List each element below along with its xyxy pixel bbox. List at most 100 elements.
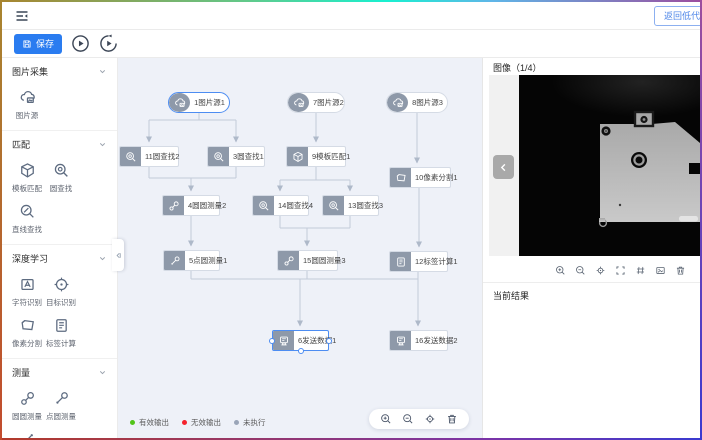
- sidebar-item-circle-circle-measure[interactable]: 圆圆测量: [12, 390, 42, 422]
- cloud-image-icon: [169, 93, 190, 112]
- node-circle-find-3[interactable]: 13圆查找3: [322, 195, 379, 216]
- sidebar-item-circle-find[interactable]: 圆查找: [46, 162, 76, 194]
- app-root: 返回低代 保存 图片采集 图片源 匹配: [0, 0, 702, 440]
- run-once-button[interactable]: [99, 34, 118, 53]
- section-header-measure[interactable]: 测量: [12, 366, 107, 379]
- chevron-left-icon: [498, 162, 509, 173]
- fullscreen-icon[interactable]: [615, 265, 626, 276]
- node-point-circle-measure-1[interactable]: 5点圆测量1: [163, 250, 220, 271]
- sidebar-item-ocr[interactable]: 字符识别: [12, 276, 42, 308]
- zoom-out-icon[interactable]: [575, 265, 586, 276]
- camera-image[interactable]: [519, 75, 700, 256]
- node-image-source-3[interactable]: 8图片源3: [386, 92, 448, 113]
- legend-label: 未执行: [243, 417, 266, 428]
- item-label: 圆查找: [50, 183, 73, 194]
- sidebar-item-label-calc[interactable]: 标签计算: [46, 317, 76, 349]
- save-label: 保存: [36, 37, 54, 50]
- node-label: 3圆查找1: [229, 147, 268, 166]
- save-icon: [22, 39, 32, 49]
- node-template-match-1[interactable]: 9模板匹配1: [286, 146, 346, 167]
- doc-icon: [53, 317, 70, 334]
- section-header-matching[interactable]: 匹配: [12, 138, 107, 151]
- cloud-image-icon: [19, 89, 36, 106]
- item-label: 图片源: [16, 110, 39, 121]
- sidebar-item-template-match[interactable]: 模板匹配: [12, 162, 42, 194]
- node-label: 5点圆测量1: [185, 251, 231, 270]
- back-to-lowcode-button[interactable]: 返回低代: [654, 6, 702, 26]
- chevron-down-icon: [98, 140, 107, 149]
- node-circle-find-1[interactable]: 3圆查找1: [207, 146, 265, 167]
- segment-icon: [19, 317, 36, 334]
- zoom-in-icon[interactable]: [555, 265, 566, 276]
- node-label: 15圆圆测量3: [299, 251, 350, 270]
- node-label: 7图片源2: [309, 93, 345, 112]
- node-label: 12标签计算1: [411, 252, 462, 271]
- node-label: 4圆圆测量2: [184, 196, 230, 215]
- frame-border-left: [0, 0, 2, 440]
- section-header-deep-learning[interactable]: 深度学习: [12, 252, 107, 265]
- connection-handle-right[interactable]: [326, 338, 332, 344]
- sidebar-item-point-point-measure[interactable]: 点点测量: [12, 431, 42, 438]
- item-label: 点圆测量: [46, 411, 76, 422]
- node-circle-circle-measure-2[interactable]: 4圆圆测量2: [162, 195, 220, 216]
- sidebar-section-matching: 匹配 模板匹配 圆查找 直线查找: [2, 131, 117, 245]
- sidebar-item-line-find[interactable]: 直线查找: [12, 203, 42, 235]
- chevron-down-icon: [98, 254, 107, 263]
- section-header-image-capture[interactable]: 图片采集: [12, 65, 107, 78]
- viewer-nav-strip: [489, 75, 519, 256]
- magnifier-circle-icon: [253, 196, 274, 215]
- fit-image-icon[interactable]: [655, 265, 666, 276]
- node-image-source-1[interactable]: 1图片源1: [168, 92, 230, 113]
- flow-canvas[interactable]: 1图片源1 7图片源2 8图片源3 11圆查找2 3圆查找1 9模板匹配1 10…: [118, 58, 482, 438]
- sidebar-item-pixel-segment[interactable]: 像素分割: [12, 317, 42, 349]
- sidebar-section-image-capture: 图片采集 图片源: [2, 58, 117, 131]
- node-image-source-2[interactable]: 7图片源2: [287, 92, 345, 113]
- canvas-zoom-controls: [369, 409, 469, 429]
- node-label-calc-1[interactable]: 12标签计算1: [389, 251, 448, 272]
- node-pixel-segment-1[interactable]: 10像素分割1: [389, 167, 451, 188]
- node-label: 1图片源1: [190, 93, 229, 112]
- node-circle-circle-measure-3[interactable]: 15圆圆测量3: [277, 250, 338, 271]
- ocr-icon: [19, 276, 36, 293]
- grid-icon[interactable]: [635, 265, 646, 276]
- locate-icon[interactable]: [424, 413, 436, 425]
- node-send-data-1[interactable]: 6发送数据1: [272, 330, 329, 351]
- sidebar-item-image-source[interactable]: 图片源: [12, 89, 42, 121]
- run-button[interactable]: [71, 34, 90, 53]
- connection-handle-bottom[interactable]: [298, 348, 304, 354]
- sidebar-item-object-detect[interactable]: 目标识别: [46, 276, 76, 308]
- segment-icon: [390, 168, 411, 187]
- zoom-out-icon[interactable]: [402, 413, 414, 425]
- node-circle-find-4[interactable]: 14圆查找4: [252, 195, 309, 216]
- locate-icon[interactable]: [595, 265, 606, 276]
- trash-icon[interactable]: [446, 413, 458, 425]
- save-button[interactable]: 保存: [14, 34, 62, 54]
- section-title: 测量: [12, 366, 30, 379]
- prev-image-button[interactable]: [493, 155, 514, 179]
- legend-label: 无效输出: [191, 417, 221, 428]
- panel-divider: [483, 282, 700, 283]
- node-label: 14圆查找4: [274, 196, 317, 215]
- magnifier-circle-icon: [323, 196, 344, 215]
- frame-border-top: [0, 0, 702, 2]
- point-circle-icon: [53, 390, 70, 407]
- connection-handle-left[interactable]: [269, 338, 275, 344]
- item-label: 像素分割: [12, 338, 42, 349]
- sidebar-item-point-circle-measure[interactable]: 点圆测量: [46, 390, 76, 422]
- cube-icon: [19, 162, 36, 179]
- zoom-in-icon[interactable]: [380, 413, 392, 425]
- tool-sidebar: 图片采集 图片源 匹配 模板匹配: [2, 58, 118, 438]
- sidebar-section-deep-learning: 深度学习 字符识别 目标识别 像素分割 标签计算: [2, 245, 117, 359]
- item-label: 标签计算: [46, 338, 76, 349]
- sidebar-collapse-handle[interactable]: [112, 239, 124, 271]
- flow-edges: [118, 58, 482, 438]
- circle-circle-icon: [19, 390, 36, 407]
- collapse-panel-icon: [114, 251, 123, 260]
- gray-dot: [234, 420, 239, 425]
- red-dot: [182, 420, 187, 425]
- node-circle-find-2[interactable]: 11圆查找2: [119, 146, 179, 167]
- collapse-menu-icon[interactable]: [14, 8, 30, 24]
- trash-icon[interactable]: [675, 265, 686, 276]
- node-send-data-2[interactable]: 16发送数据2: [389, 330, 448, 351]
- legend-invalid-output: 无效输出: [182, 417, 221, 428]
